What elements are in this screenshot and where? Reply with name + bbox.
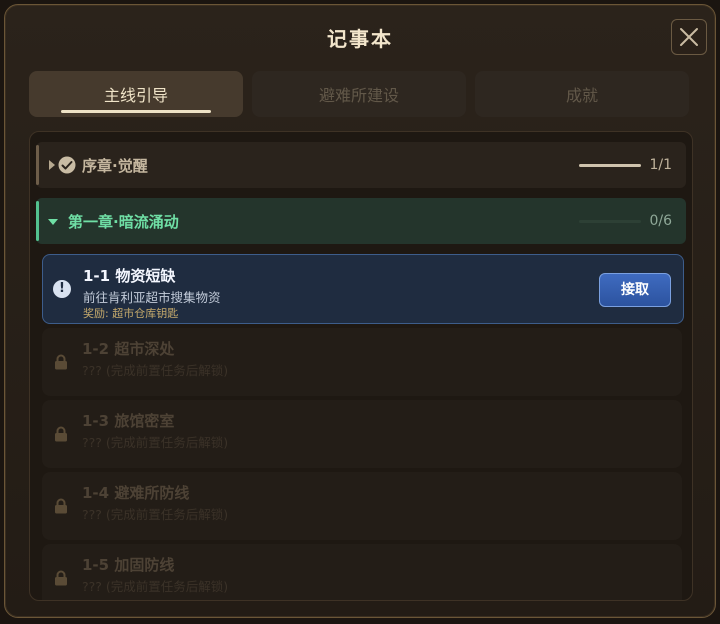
quest-title: 1-1 物资短缺 [83, 267, 176, 285]
exclamation-icon: ! [53, 280, 71, 298]
chapter-accent-bar [36, 145, 39, 185]
lock-icon [55, 354, 67, 370]
quest-item-1-4: 1-4 避难所防线 ??? (完成前置任务后解锁) [42, 472, 682, 540]
quest-description: ??? (完成前置任务后解锁) [82, 435, 229, 450]
tab-shelter-building[interactable]: 避难所建设 [252, 71, 466, 117]
notebook-panel: 记事本 主线引导 避难所建设 成就 序章·觉醒 1/1 第一章·暗流涌动 0/6… [4, 4, 716, 618]
quest-item-1-2: 1-2 超市深处 ??? (完成前置任务后解锁) [42, 328, 682, 396]
quest-title: 1-4 避难所防线 [82, 484, 190, 502]
chapter-row-chapter-1[interactable]: 第一章·暗流涌动 0/6 [36, 198, 686, 244]
quest-description: ??? (完成前置任务后解锁) [82, 579, 229, 594]
chapter-title: 序章·觉醒 [82, 156, 148, 175]
close-icon [680, 28, 698, 46]
quest-description: ??? (完成前置任务后解锁) [82, 507, 229, 522]
tab-label: 避难所建设 [318, 86, 399, 105]
triangle-right-icon [49, 160, 55, 170]
window-title: 记事本 [327, 27, 393, 51]
lock-icon [55, 498, 67, 514]
lock-icon [55, 426, 67, 442]
quest-reward: 奖励: 超市仓库钥匙 [83, 307, 179, 320]
tab-active-indicator [61, 110, 211, 113]
quest-description: 前往肯利亚超市搜集物资 [83, 290, 221, 305]
chapter-progress-bar [579, 163, 641, 167]
chapter-progress-fill [579, 163, 641, 167]
triangle-down-icon [48, 219, 58, 225]
quest-item-1-1[interactable]: ! 1-1 物资短缺 前往肯利亚超市搜集物资 奖励: 超市仓库钥匙 接取 [42, 254, 684, 324]
tab-achievements[interactable]: 成就 [475, 71, 689, 117]
checkmark-icon [58, 156, 76, 174]
close-button[interactable] [671, 19, 707, 55]
quest-item-1-5: 1-5 加固防线 ??? (完成前置任务后解锁) [42, 544, 682, 600]
quest-title: 1-5 加固防线 [82, 556, 175, 574]
chapter-accent-bar [36, 201, 39, 241]
quest-description: ??? (完成前置任务后解锁) [82, 363, 229, 378]
accept-quest-button[interactable]: 接取 [599, 273, 671, 307]
quest-title: 1-2 超市深处 [82, 340, 175, 358]
chapter-progress-bar [579, 219, 641, 223]
quest-list[interactable]: 序章·觉醒 1/1 第一章·暗流涌动 0/6 ! 1-1 物资短缺 前往肯利亚超… [29, 131, 693, 601]
chapter-title: 第一章·暗流涌动 [68, 212, 179, 231]
chapter-row-prologue[interactable]: 序章·觉醒 1/1 [36, 142, 686, 188]
tab-label: 主线引导 [103, 86, 168, 105]
tab-label: 成就 [565, 86, 598, 105]
lock-icon [55, 570, 67, 586]
quest-title: 1-3 旅馆密室 [82, 412, 175, 430]
quest-item-1-3: 1-3 旅馆密室 ??? (完成前置任务后解锁) [42, 400, 682, 468]
chapter-progress-count: 1/1 [649, 157, 672, 173]
chapter-progress-count: 0/6 [649, 213, 672, 229]
tab-main-guide[interactable]: 主线引导 [29, 71, 243, 117]
